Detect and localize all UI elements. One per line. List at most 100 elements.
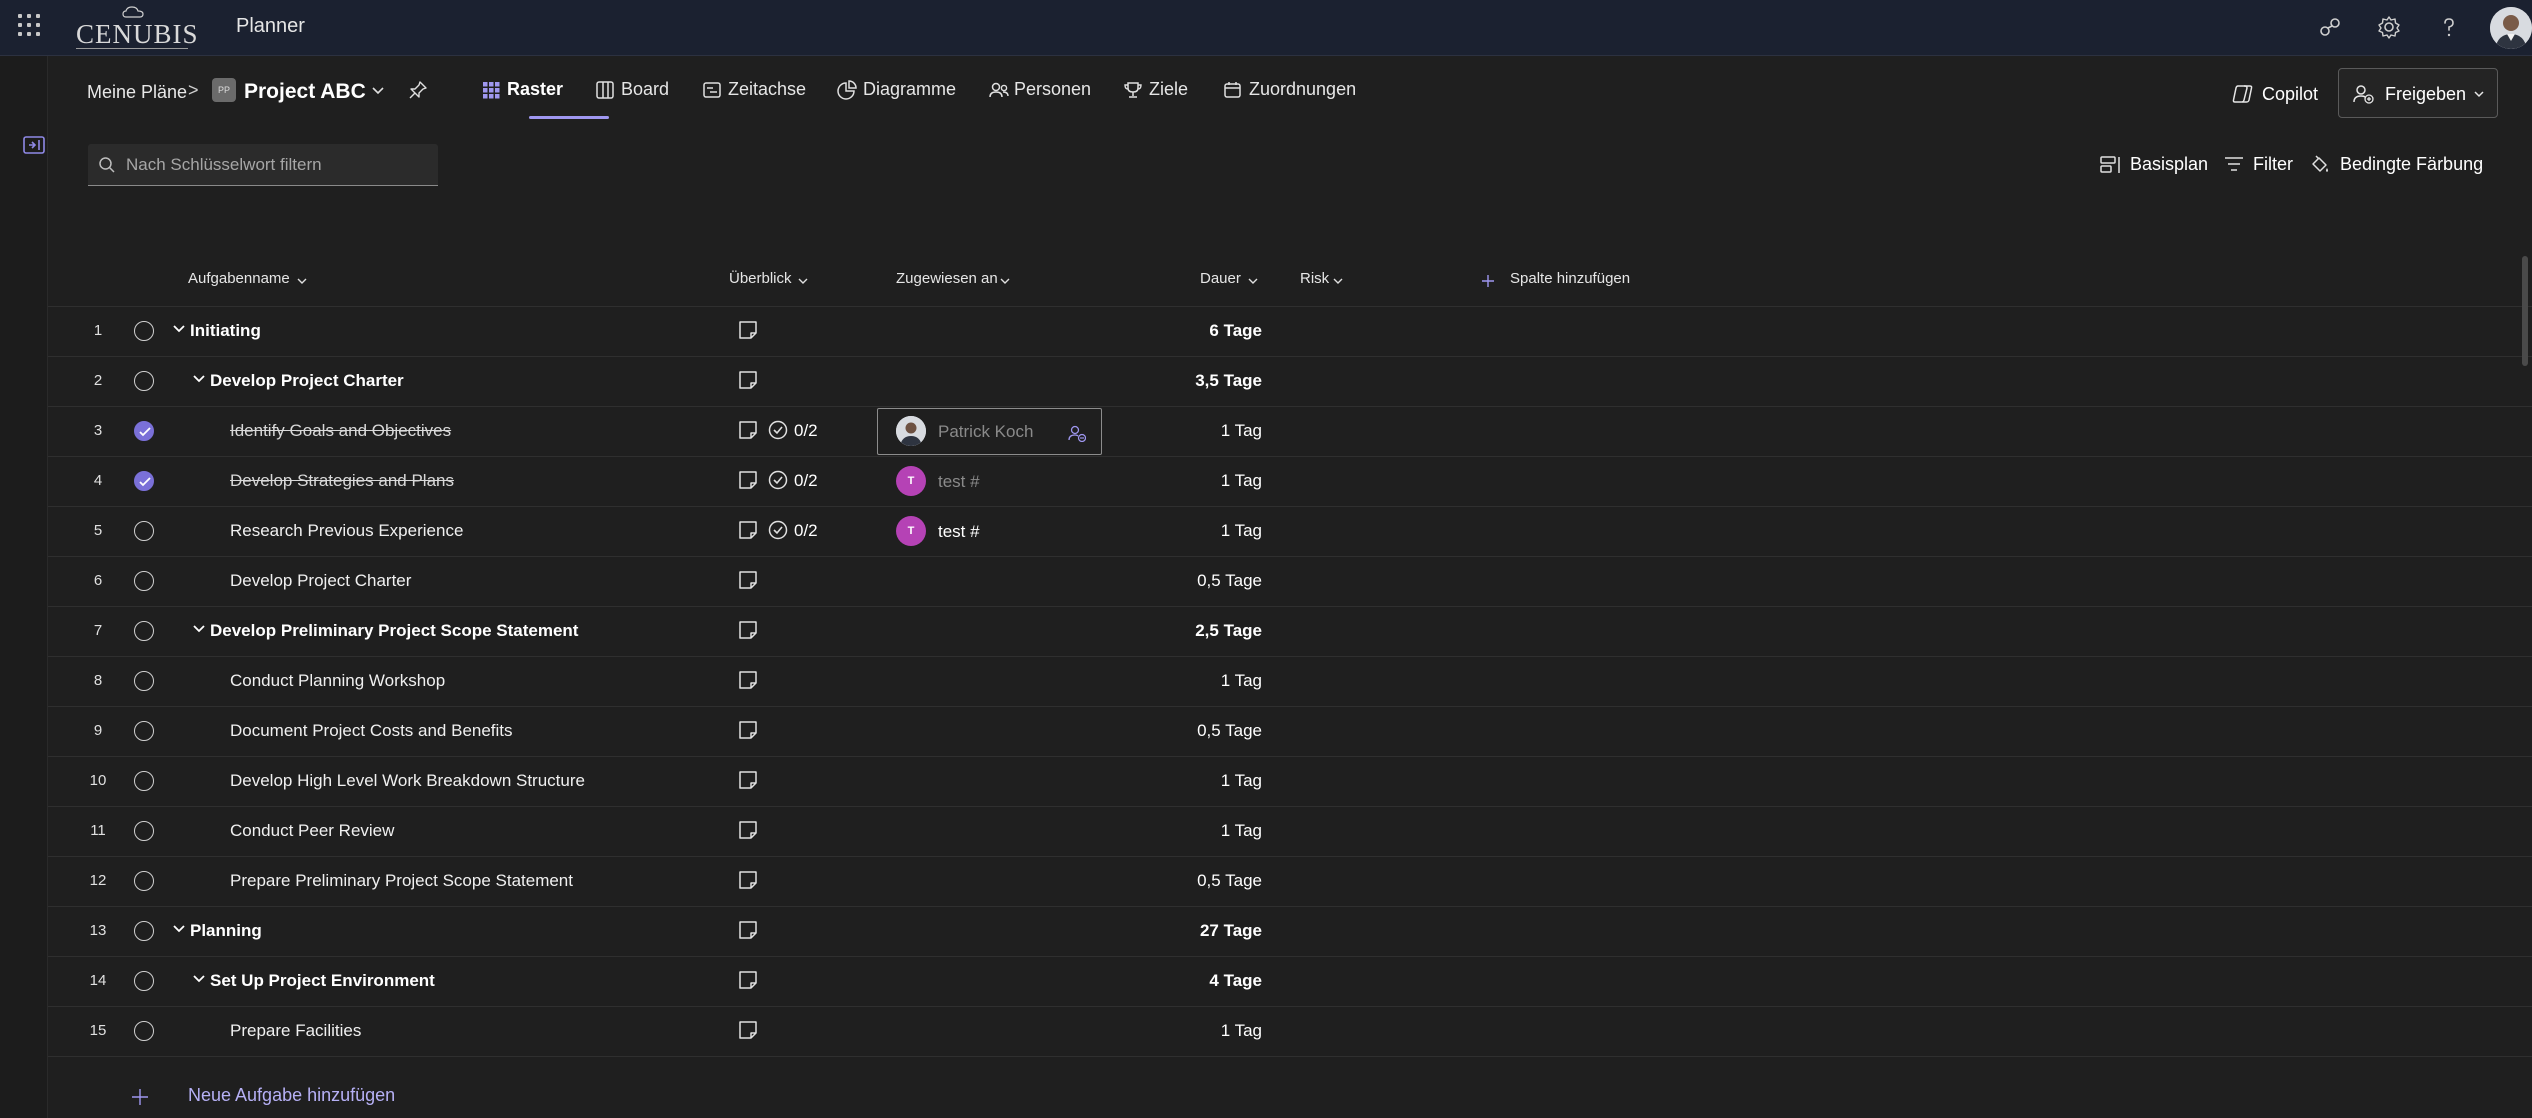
collapse-chevron-icon[interactable]	[192, 622, 206, 636]
duration-value[interactable]: 0,5 Tage	[1197, 721, 1262, 741]
column-header-task-name[interactable]: Aufgabenname	[188, 270, 318, 292]
copilot-button[interactable]: Copilot	[2226, 74, 2334, 114]
vertical-scrollbar[interactable]	[2522, 256, 2528, 366]
notes-icon[interactable]	[738, 670, 758, 690]
checklist-progress[interactable]: 0/2	[768, 520, 832, 542]
task-name[interactable]: Initiating	[190, 321, 261, 341]
notes-icon[interactable]	[738, 820, 758, 840]
breadcrumb-my-plans[interactable]: Meine Pläne	[87, 82, 187, 103]
tab-ziele[interactable]: Ziele	[1123, 78, 1203, 108]
plan-title[interactable]: Project ABC	[244, 80, 366, 104]
task-checkbox[interactable]	[134, 521, 154, 541]
duration-value[interactable]: 1 Tag	[1221, 521, 1262, 541]
task-checkbox[interactable]	[134, 571, 154, 591]
collapse-chevron-icon[interactable]	[172, 322, 186, 336]
task-name[interactable]: Conduct Peer Review	[230, 821, 394, 841]
tab-board[interactable]: Board	[595, 78, 675, 108]
duration-value[interactable]: 1 Tag	[1221, 671, 1262, 691]
task-name[interactable]: Develop High Level Work Breakdown Struct…	[230, 771, 585, 791]
duration-value[interactable]: 0,5 Tage	[1197, 871, 1262, 891]
search-input[interactable]	[126, 152, 426, 178]
collapse-chevron-icon[interactable]	[192, 972, 206, 986]
conditional-coloring-button[interactable]: Bedingte Färbung	[2310, 153, 2486, 177]
task-name[interactable]: Develop Project Charter	[210, 371, 404, 391]
tab-personen[interactable]: Personen	[988, 78, 1098, 108]
task-name[interactable]: Develop Strategies and Plans	[230, 471, 454, 491]
task-name[interactable]: Develop Project Charter	[230, 571, 411, 591]
notes-icon[interactable]	[738, 720, 758, 740]
duration-value[interactable]: 1 Tag	[1221, 1021, 1262, 1041]
assignee-cell[interactable]: Ttest #	[896, 463, 1122, 499]
notes-icon[interactable]	[738, 770, 758, 790]
task-checkbox[interactable]	[134, 721, 154, 741]
notes-icon[interactable]	[738, 370, 758, 390]
task-checkbox[interactable]	[134, 921, 154, 941]
column-header-assigned-to[interactable]: Zugewiesen an	[896, 270, 1026, 292]
duration-value[interactable]: 2,5 Tage	[1195, 621, 1262, 641]
collapse-chevron-icon[interactable]	[172, 922, 186, 936]
notes-icon[interactable]	[738, 970, 758, 990]
task-name[interactable]: Prepare Preliminary Project Scope Statem…	[230, 871, 573, 891]
task-checkbox[interactable]	[134, 671, 154, 691]
checklist-progress[interactable]: 0/2	[768, 420, 832, 442]
task-checkbox[interactable]	[134, 321, 154, 341]
task-name[interactable]: Prepare Facilities	[230, 1021, 361, 1041]
tab-raster[interactable]: Raster	[481, 78, 563, 108]
task-name[interactable]: Identify Goals and Objectives	[230, 421, 451, 441]
task-checkbox[interactable]	[134, 771, 154, 791]
apps-grid-icon[interactable]	[18, 14, 42, 38]
task-checkbox[interactable]	[134, 871, 154, 891]
duration-value[interactable]: 6 Tage	[1209, 321, 1262, 341]
task-checkbox[interactable]	[134, 1021, 154, 1041]
duration-value[interactable]: 4 Tage	[1209, 971, 1262, 991]
notes-icon[interactable]	[738, 1020, 758, 1040]
tab-zuordnungen[interactable]: Zuordnungen	[1223, 78, 1363, 108]
task-name[interactable]: Planning	[190, 921, 262, 941]
task-name[interactable]: Conduct Planning Workshop	[230, 671, 445, 691]
duration-value[interactable]: 3,5 Tage	[1195, 371, 1262, 391]
app-name[interactable]: Planner	[236, 15, 305, 38]
assignee-cell[interactable]: Patrick Koch	[877, 408, 1102, 455]
task-checkbox[interactable]	[134, 821, 154, 841]
notes-icon[interactable]	[738, 520, 758, 540]
assignee-cell[interactable]: Ttest #	[896, 513, 1122, 549]
keyword-filter[interactable]	[88, 144, 438, 186]
notes-icon[interactable]	[738, 320, 758, 340]
duration-value[interactable]: 1 Tag	[1221, 421, 1262, 441]
task-checkbox[interactable]	[134, 371, 154, 391]
task-checkbox[interactable]	[134, 971, 154, 991]
collapse-chevron-icon[interactable]	[192, 372, 206, 386]
notes-icon[interactable]	[738, 420, 758, 440]
notes-icon[interactable]	[738, 620, 758, 640]
tab-diagramme[interactable]: Diagramme	[837, 78, 962, 108]
settings-gear-icon[interactable]	[2376, 14, 2402, 40]
column-header-duration[interactable]: Dauer	[1200, 270, 1270, 292]
plan-menu-chevron-icon[interactable]	[370, 82, 386, 98]
company-logo[interactable]: CENUBIS	[76, 6, 198, 49]
column-header-risk[interactable]: Risk	[1300, 270, 1360, 292]
notes-icon[interactable]	[738, 570, 758, 590]
completed-checkbox[interactable]	[134, 471, 154, 491]
column-header-overview[interactable]: Überblick	[729, 270, 819, 292]
baseline-button[interactable]: Basisplan	[2100, 153, 2212, 177]
share-network-icon[interactable]	[2317, 14, 2343, 40]
notes-icon[interactable]	[738, 920, 758, 940]
pin-icon[interactable]	[408, 80, 428, 100]
duration-value[interactable]: 1 Tag	[1221, 821, 1262, 841]
share-button[interactable]: Freigeben	[2338, 68, 2498, 118]
notes-icon[interactable]	[738, 870, 758, 890]
user-avatar[interactable]	[2490, 7, 2532, 49]
task-checkbox[interactable]	[134, 621, 154, 641]
tab-zeitachse[interactable]: Zeitachse	[702, 78, 812, 108]
completed-checkbox[interactable]	[134, 421, 154, 441]
duration-value[interactable]: 0,5 Tage	[1197, 571, 1262, 591]
notes-icon[interactable]	[738, 470, 758, 490]
duration-value[interactable]: 1 Tag	[1221, 771, 1262, 791]
help-question-icon[interactable]	[2436, 14, 2462, 40]
manage-assignee-icon[interactable]	[1068, 424, 1086, 442]
duration-value[interactable]: 27 Tage	[1200, 921, 1262, 941]
task-name[interactable]: Research Previous Experience	[230, 521, 463, 541]
filter-button[interactable]: Filter	[2224, 153, 2296, 177]
task-name[interactable]: Develop Preliminary Project Scope Statem…	[210, 621, 578, 641]
duration-value[interactable]: 1 Tag	[1221, 471, 1262, 491]
